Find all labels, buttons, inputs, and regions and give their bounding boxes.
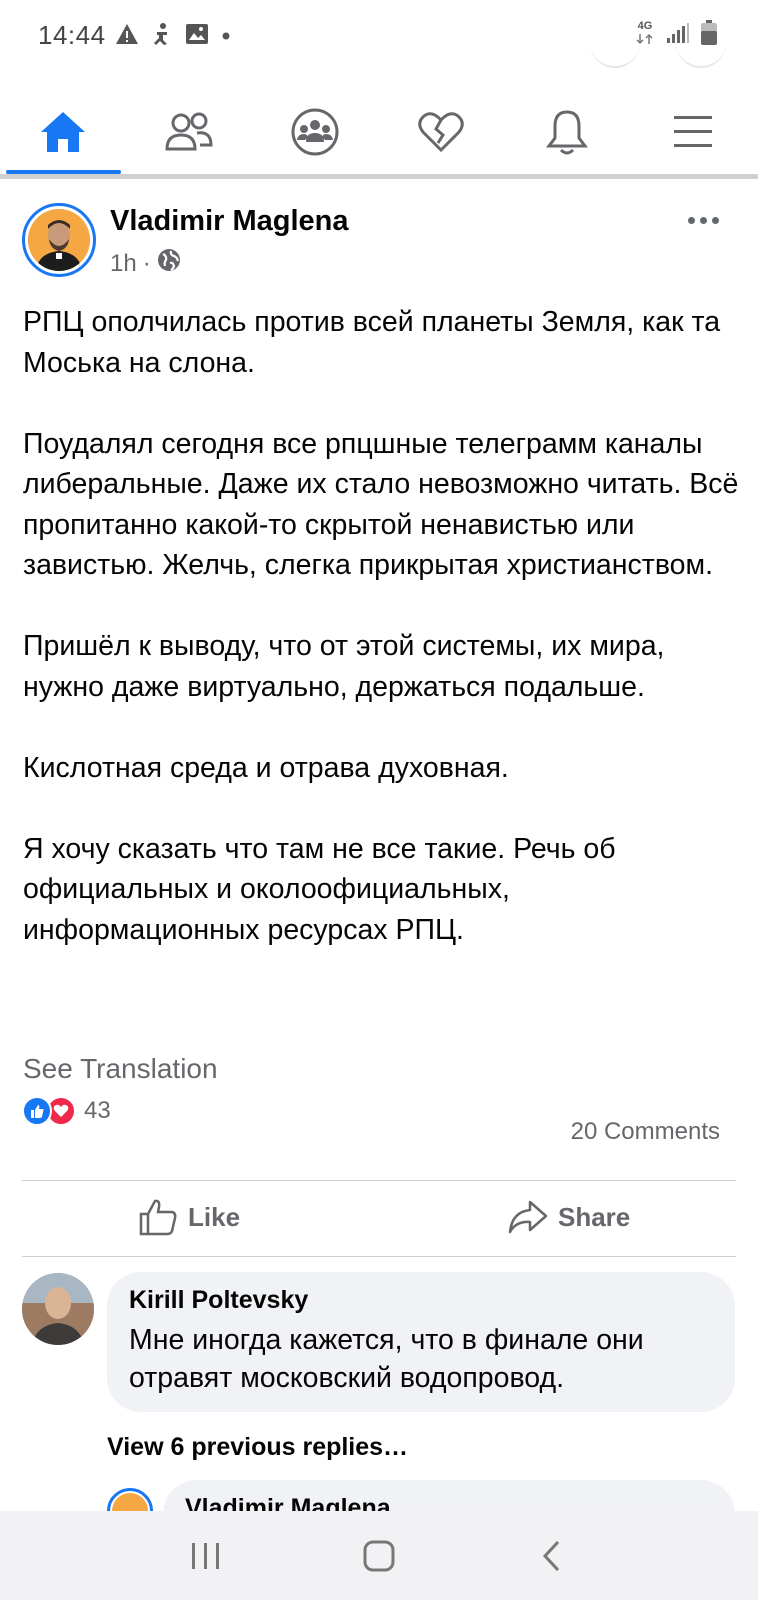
post-meta: 1h · <box>110 248 181 279</box>
thumbs-up-icon <box>139 1199 177 1236</box>
heart-icon <box>418 112 464 153</box>
status-bar: 14:44 4G <box>0 0 758 70</box>
meta-separator: · <box>142 249 151 277</box>
network-label: 4G <box>637 20 653 32</box>
header-button-remnant <box>676 40 726 68</box>
share-label: Share <box>558 1201 631 1232</box>
post-paragraph: РПЦ ополчилась против всей планеты Земля… <box>23 306 721 379</box>
nav-tab-notifications[interactable] <box>504 92 630 172</box>
more-dot <box>711 216 719 224</box>
nav-tab-menu[interactable] <box>630 92 756 172</box>
friends-icon <box>165 112 213 151</box>
warning-icon <box>115 23 139 50</box>
post-author-name[interactable]: Vladimir Maglena <box>110 205 349 238</box>
post-options-button[interactable] <box>678 200 728 240</box>
groups-icon <box>291 108 339 156</box>
share-button[interactable]: Share <box>508 1192 630 1242</box>
comment-author[interactable]: Kirill Poltevsky <box>129 1286 713 1315</box>
share-icon <box>508 1200 548 1234</box>
bell-icon <box>546 110 588 155</box>
nav-tab-groups[interactable] <box>252 92 378 172</box>
back-icon <box>542 1540 559 1571</box>
post-paragraph: Поудалял сегодня все рпцшные телеграмм к… <box>23 427 739 582</box>
like-reaction-icon <box>22 1096 52 1126</box>
post-paragraph: Пришёл к выводу, что от этой системы, их… <box>23 630 665 703</box>
commenter-photo <box>22 1273 94 1345</box>
back-button[interactable] <box>512 1526 592 1586</box>
nav-tab-dating[interactable] <box>378 92 504 172</box>
nav-tab-friends[interactable] <box>126 92 252 172</box>
dot-icon <box>221 28 231 46</box>
status-time: 14:44 <box>38 20 106 50</box>
see-translation-link[interactable]: See Translation <box>23 1053 218 1085</box>
home-system-button[interactable] <box>339 1526 419 1586</box>
accessibility-icon <box>151 22 173 51</box>
nav-tab-home[interactable] <box>0 92 126 172</box>
post-paragraph: Кислотная среда и отрава духовная. <box>23 751 509 784</box>
more-dot <box>687 216 695 224</box>
gallery-icon <box>185 23 209 50</box>
author-photo <box>28 209 90 271</box>
nav-divider <box>0 174 758 179</box>
post-paragraph: Я хочу сказать что там не все такие. Реч… <box>23 832 616 946</box>
post-time[interactable]: 1h <box>110 250 137 278</box>
recent-apps-button[interactable] <box>166 1526 246 1586</box>
system-navigation-bar <box>0 1511 758 1600</box>
comment-text: Мне иногда кажется, что в финале они отр… <box>129 1324 644 1394</box>
author-avatar[interactable] <box>22 203 96 277</box>
reaction-summary[interactable]: 43 <box>22 1096 111 1126</box>
globe-icon <box>157 248 181 279</box>
divider <box>22 1256 736 1257</box>
top-nav-bar <box>0 92 758 179</box>
post-text: РПЦ ополчилась против всей планеты Земля… <box>23 302 743 950</box>
more-dot <box>699 216 707 224</box>
comments-count[interactable]: 20 Comments <box>571 1118 720 1146</box>
comment-bubble[interactable]: Kirill Poltevsky Мне иногда кажется, что… <box>107 1272 735 1412</box>
commenter-avatar[interactable] <box>22 1273 94 1345</box>
menu-icon <box>674 116 712 147</box>
like-button[interactable]: Like <box>138 1192 240 1242</box>
divider <box>22 1180 736 1181</box>
home-system-icon <box>363 1540 395 1571</box>
view-previous-replies-link[interactable]: View 6 previous replies… <box>107 1433 408 1462</box>
header-button-remnant <box>590 40 640 68</box>
status-icons-left <box>115 22 231 51</box>
recent-apps-icon <box>192 1542 220 1569</box>
like-label: Like <box>188 1201 241 1232</box>
home-icon <box>41 112 85 152</box>
reaction-count: 43 <box>84 1097 111 1124</box>
